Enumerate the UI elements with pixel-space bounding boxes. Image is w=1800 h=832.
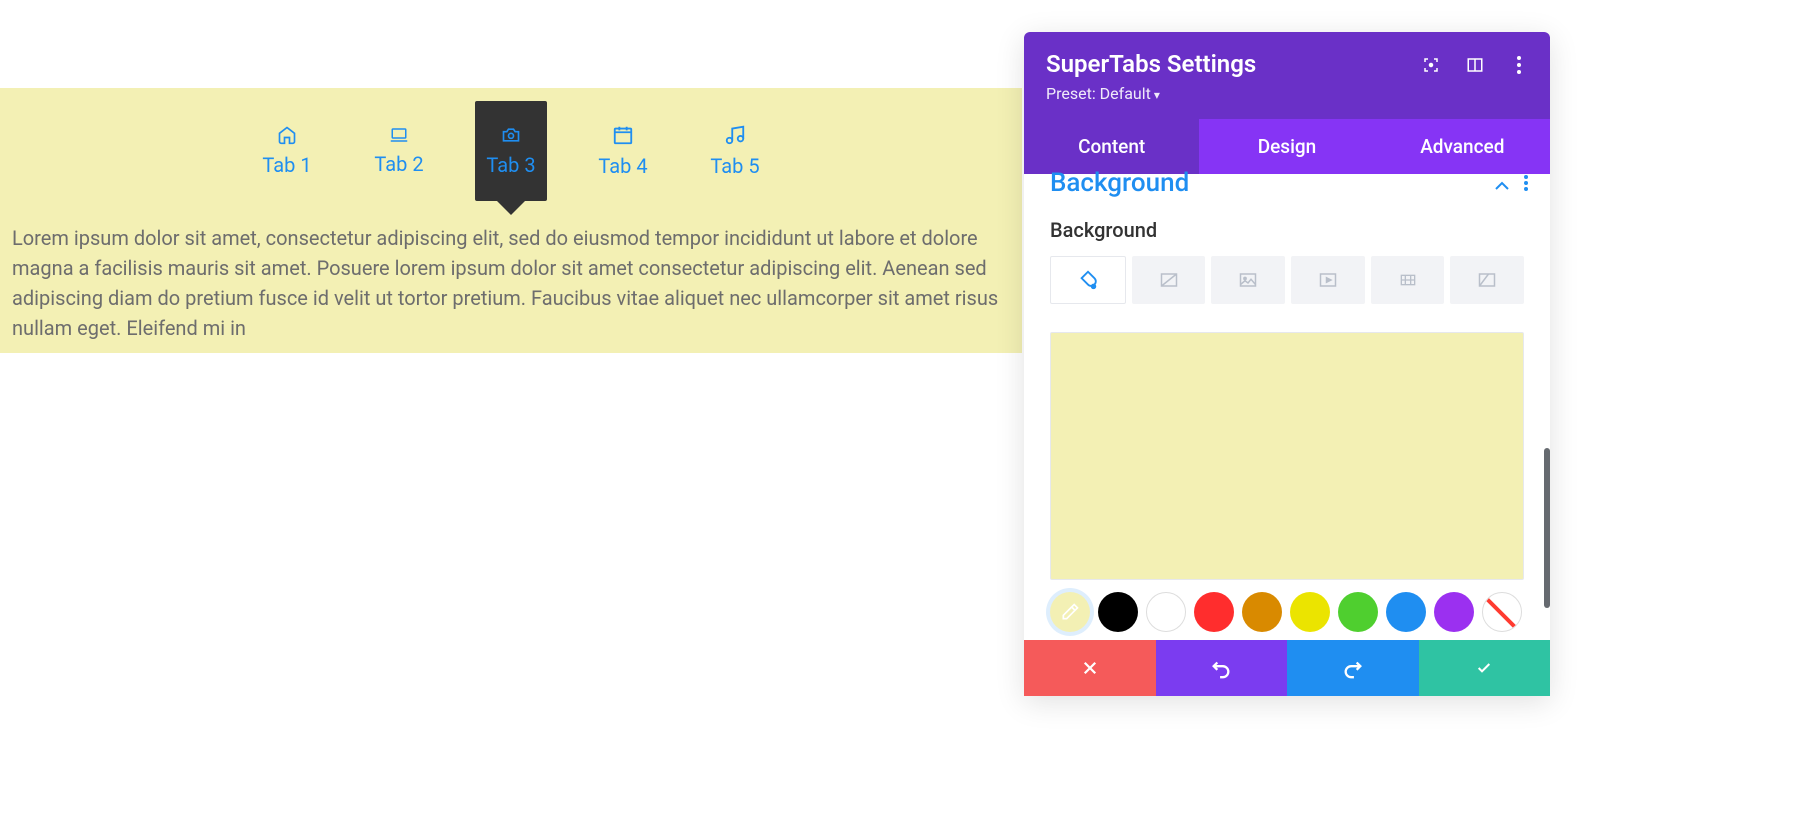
bg-type-pattern[interactable] (1371, 256, 1445, 304)
panel-footer (1024, 640, 1550, 696)
tab-label: Tab 4 (598, 154, 647, 178)
swatch-black[interactable] (1098, 592, 1138, 632)
scrollbar-thumb[interactable] (1544, 448, 1550, 608)
panel-tab-bar: Content Design Advanced (1024, 119, 1550, 174)
swatch-purple[interactable] (1434, 592, 1474, 632)
home-icon (276, 125, 298, 145)
eyedropper-swatch[interactable] (1050, 592, 1090, 632)
tab-content-settings[interactable]: Content (1024, 119, 1199, 174)
caret-down-icon: ▾ (1154, 88, 1160, 102)
tab-content: Lorem ipsum dolor sit amet, consectetur … (0, 213, 1022, 353)
section-title: Background (1050, 168, 1189, 198)
settings-panel: SuperTabs Settings Preset: Default▾ Cont… (1024, 32, 1550, 696)
tab-advanced-settings[interactable]: Advanced (1375, 119, 1550, 174)
tab-label: Tab 2 (374, 152, 423, 176)
confirm-button[interactable] (1419, 640, 1551, 696)
tab-1[interactable]: Tab 1 (251, 101, 323, 201)
calendar-icon (612, 124, 634, 146)
swatch-yellow[interactable] (1290, 592, 1330, 632)
bg-type-image[interactable] (1211, 256, 1285, 304)
tab-2[interactable]: Tab 2 (363, 101, 435, 201)
swatch-red[interactable] (1194, 592, 1234, 632)
tab-design-settings[interactable]: Design (1199, 119, 1374, 174)
music-icon (724, 124, 746, 146)
swatch-orange[interactable] (1242, 592, 1282, 632)
tab-label: Tab 3 (486, 153, 535, 177)
panel-title: SuperTabs Settings (1046, 50, 1256, 78)
tab-label: Tab 5 (710, 154, 759, 178)
more-vertical-icon[interactable] (1510, 56, 1528, 74)
focus-icon[interactable] (1422, 56, 1440, 74)
panel-body: Background Background (1024, 168, 1550, 640)
section-header[interactable]: Background (1024, 168, 1550, 198)
swatch-green[interactable] (1338, 592, 1378, 632)
tab-3[interactable]: Tab 3 (475, 101, 547, 201)
columns-icon[interactable] (1466, 56, 1484, 74)
close-button[interactable] (1024, 640, 1156, 696)
more-vertical-icon[interactable] (1524, 168, 1528, 198)
swatch-white[interactable] (1146, 592, 1186, 632)
preset-label[interactable]: Preset: Default▾ (1046, 84, 1256, 103)
undo-button[interactable] (1156, 640, 1288, 696)
background-subheader: Background (1024, 198, 1550, 256)
collapse-icon[interactable] (1494, 168, 1510, 198)
camera-icon (499, 125, 523, 145)
tab-label: Tab 1 (262, 153, 311, 177)
tab-4[interactable]: Tab 4 (587, 101, 659, 201)
color-preview[interactable] (1050, 332, 1524, 580)
tab-bar: Tab 1 Tab 2 Tab 3 Tab 4 Tab 5 (0, 88, 1022, 213)
bg-type-color[interactable] (1050, 256, 1126, 304)
tab-body-text: Lorem ipsum dolor sit amet, consectetur … (12, 226, 998, 340)
tab-5[interactable]: Tab 5 (699, 101, 771, 201)
swatch-blue[interactable] (1386, 592, 1426, 632)
bg-type-video[interactable] (1291, 256, 1365, 304)
preset-text: Preset: Default (1046, 84, 1151, 103)
laptop-icon (387, 126, 411, 144)
swatch-none[interactable] (1482, 592, 1522, 632)
bg-type-mask[interactable] (1450, 256, 1524, 304)
bg-type-row (1024, 256, 1550, 304)
bg-type-gradient[interactable] (1132, 256, 1206, 304)
swatch-row (1050, 592, 1522, 632)
redo-button[interactable] (1287, 640, 1419, 696)
panel-header: SuperTabs Settings Preset: Default▾ (1024, 32, 1550, 119)
preview-area: Tab 1 Tab 2 Tab 3 Tab 4 Tab 5 (0, 88, 1022, 353)
